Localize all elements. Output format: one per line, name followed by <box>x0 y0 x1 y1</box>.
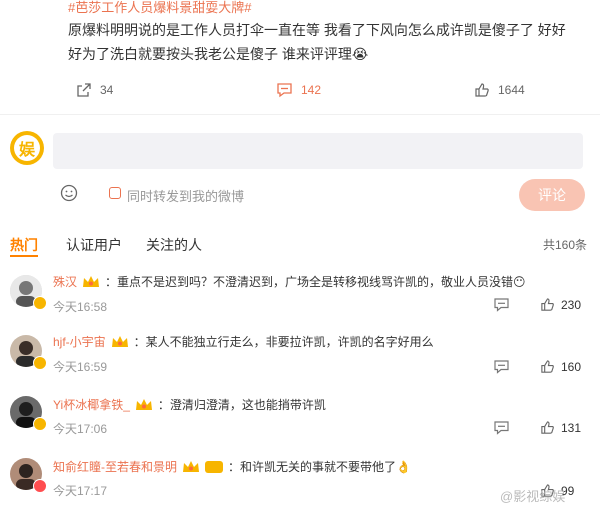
thumbs-up-icon <box>541 298 554 311</box>
watermark: @影视综娱 <box>500 489 566 504</box>
repost-button[interactable]: 34 <box>76 82 113 98</box>
comment-input[interactable] <box>53 133 583 169</box>
comment-like-count: 160 <box>561 359 582 374</box>
tab-hot[interactable]: 热门 <box>10 235 38 255</box>
commenter-name[interactable]: hjf-小宇宙 <box>53 333 106 351</box>
comment-text: ：澄清归澄清，这也能捎带许凯 <box>157 398 326 412</box>
thumbs-up-icon <box>541 421 554 434</box>
repost-icon <box>77 83 91 97</box>
post-text: 原爆料明明说的是工作人员打伞一直在等 我看了下风向怎么成许凯是傻子了 好好好为了… <box>68 22 566 62</box>
comment-time: 今天16:58 <box>53 300 108 314</box>
tab-following[interactable]: 关注的人 <box>146 235 202 255</box>
repost-checkbox-label[interactable]: 同时转发到我的微博 <box>127 186 244 205</box>
comment-time: 今天17:17 <box>53 484 108 498</box>
comment-line: 知俞红瞳-至若春和景明 ：和许凯无关的事就不要带他了👌 <box>53 458 411 476</box>
commenter-name[interactable]: 知俞红瞳-至若春和景明 <box>53 458 177 476</box>
comment-like-button[interactable]: 131 <box>540 420 581 435</box>
comment-icon <box>494 421 509 435</box>
divider <box>0 114 600 115</box>
submit-comment-button[interactable]: 评论 <box>519 179 585 211</box>
crown-icon <box>83 276 100 287</box>
tab-verified-users[interactable]: 认证用户 <box>66 235 122 255</box>
comment-time: 今天17:06 <box>53 422 108 436</box>
verified-badge <box>33 479 47 493</box>
comment-icon <box>494 298 509 312</box>
comment-total: 共160条 <box>543 238 588 252</box>
verified-badge <box>33 296 47 310</box>
comment-like-button[interactable]: 230 <box>540 297 581 312</box>
comment-text: ：某人不能独立行走么，非要拉许凯，许凯的名字好用么 <box>133 335 434 349</box>
comment-time: 今天16:59 <box>53 360 108 374</box>
verified-badge <box>33 356 47 370</box>
smiley-icon <box>60 184 78 202</box>
comment-text: ：重点不是迟到吗？不澄清迟到，广场全是转移视线骂许凯的，敬业人员没错😶 <box>105 275 526 289</box>
comment-like-count: 131 <box>561 420 582 435</box>
avatar-char: 娱 <box>14 135 40 161</box>
commenter-name[interactable]: Yi杯冰椰拿铁_ <box>53 396 130 414</box>
crown-icon <box>135 399 152 410</box>
comment-count: 142 <box>301 83 322 97</box>
comment-line: hjf-小宇宙 ：某人不能独立行走么，非要拉许凯，许凯的名字好用么 <box>53 333 434 351</box>
repost-count: 34 <box>100 83 114 97</box>
repost-checkbox[interactable] <box>109 187 121 199</box>
reply-button[interactable] <box>494 298 509 317</box>
level-badge <box>205 461 223 473</box>
comment-like-button[interactable]: 160 <box>540 359 581 374</box>
comment-line: 殊汉 ：重点不是迟到吗？不澄清迟到，广场全是转移视线骂许凯的，敬业人员没错😶 <box>53 273 526 291</box>
comment-icon <box>277 83 292 98</box>
comment-line: Yi杯冰椰拿铁_ ：澄清归澄清，这也能捎带许凯 <box>53 396 326 414</box>
my-avatar[interactable]: 娱 <box>10 131 44 165</box>
comment-like-count: 230 <box>561 297 582 312</box>
comment-button[interactable]: 142 <box>276 82 321 98</box>
crown-icon <box>111 336 128 347</box>
comment-text: ：和许凯无关的事就不要带他了👌 <box>228 460 411 474</box>
comment-icon <box>494 360 509 374</box>
verified-badge <box>33 417 47 431</box>
emoji-button[interactable] <box>60 184 78 207</box>
thumbs-up-icon <box>541 360 554 373</box>
thumbs-up-icon <box>475 83 489 97</box>
reply-button[interactable] <box>494 421 509 440</box>
like-count: 1644 <box>498 83 525 97</box>
reply-button[interactable] <box>494 360 509 379</box>
like-button[interactable]: 1644 <box>474 82 525 98</box>
post-topic[interactable]: #芭莎工作人员爆料景甜耍大牌# <box>68 0 251 16</box>
crown-icon <box>183 461 199 472</box>
tab-active-indicator <box>10 255 38 257</box>
commenter-name[interactable]: 殊汉 <box>53 273 77 291</box>
